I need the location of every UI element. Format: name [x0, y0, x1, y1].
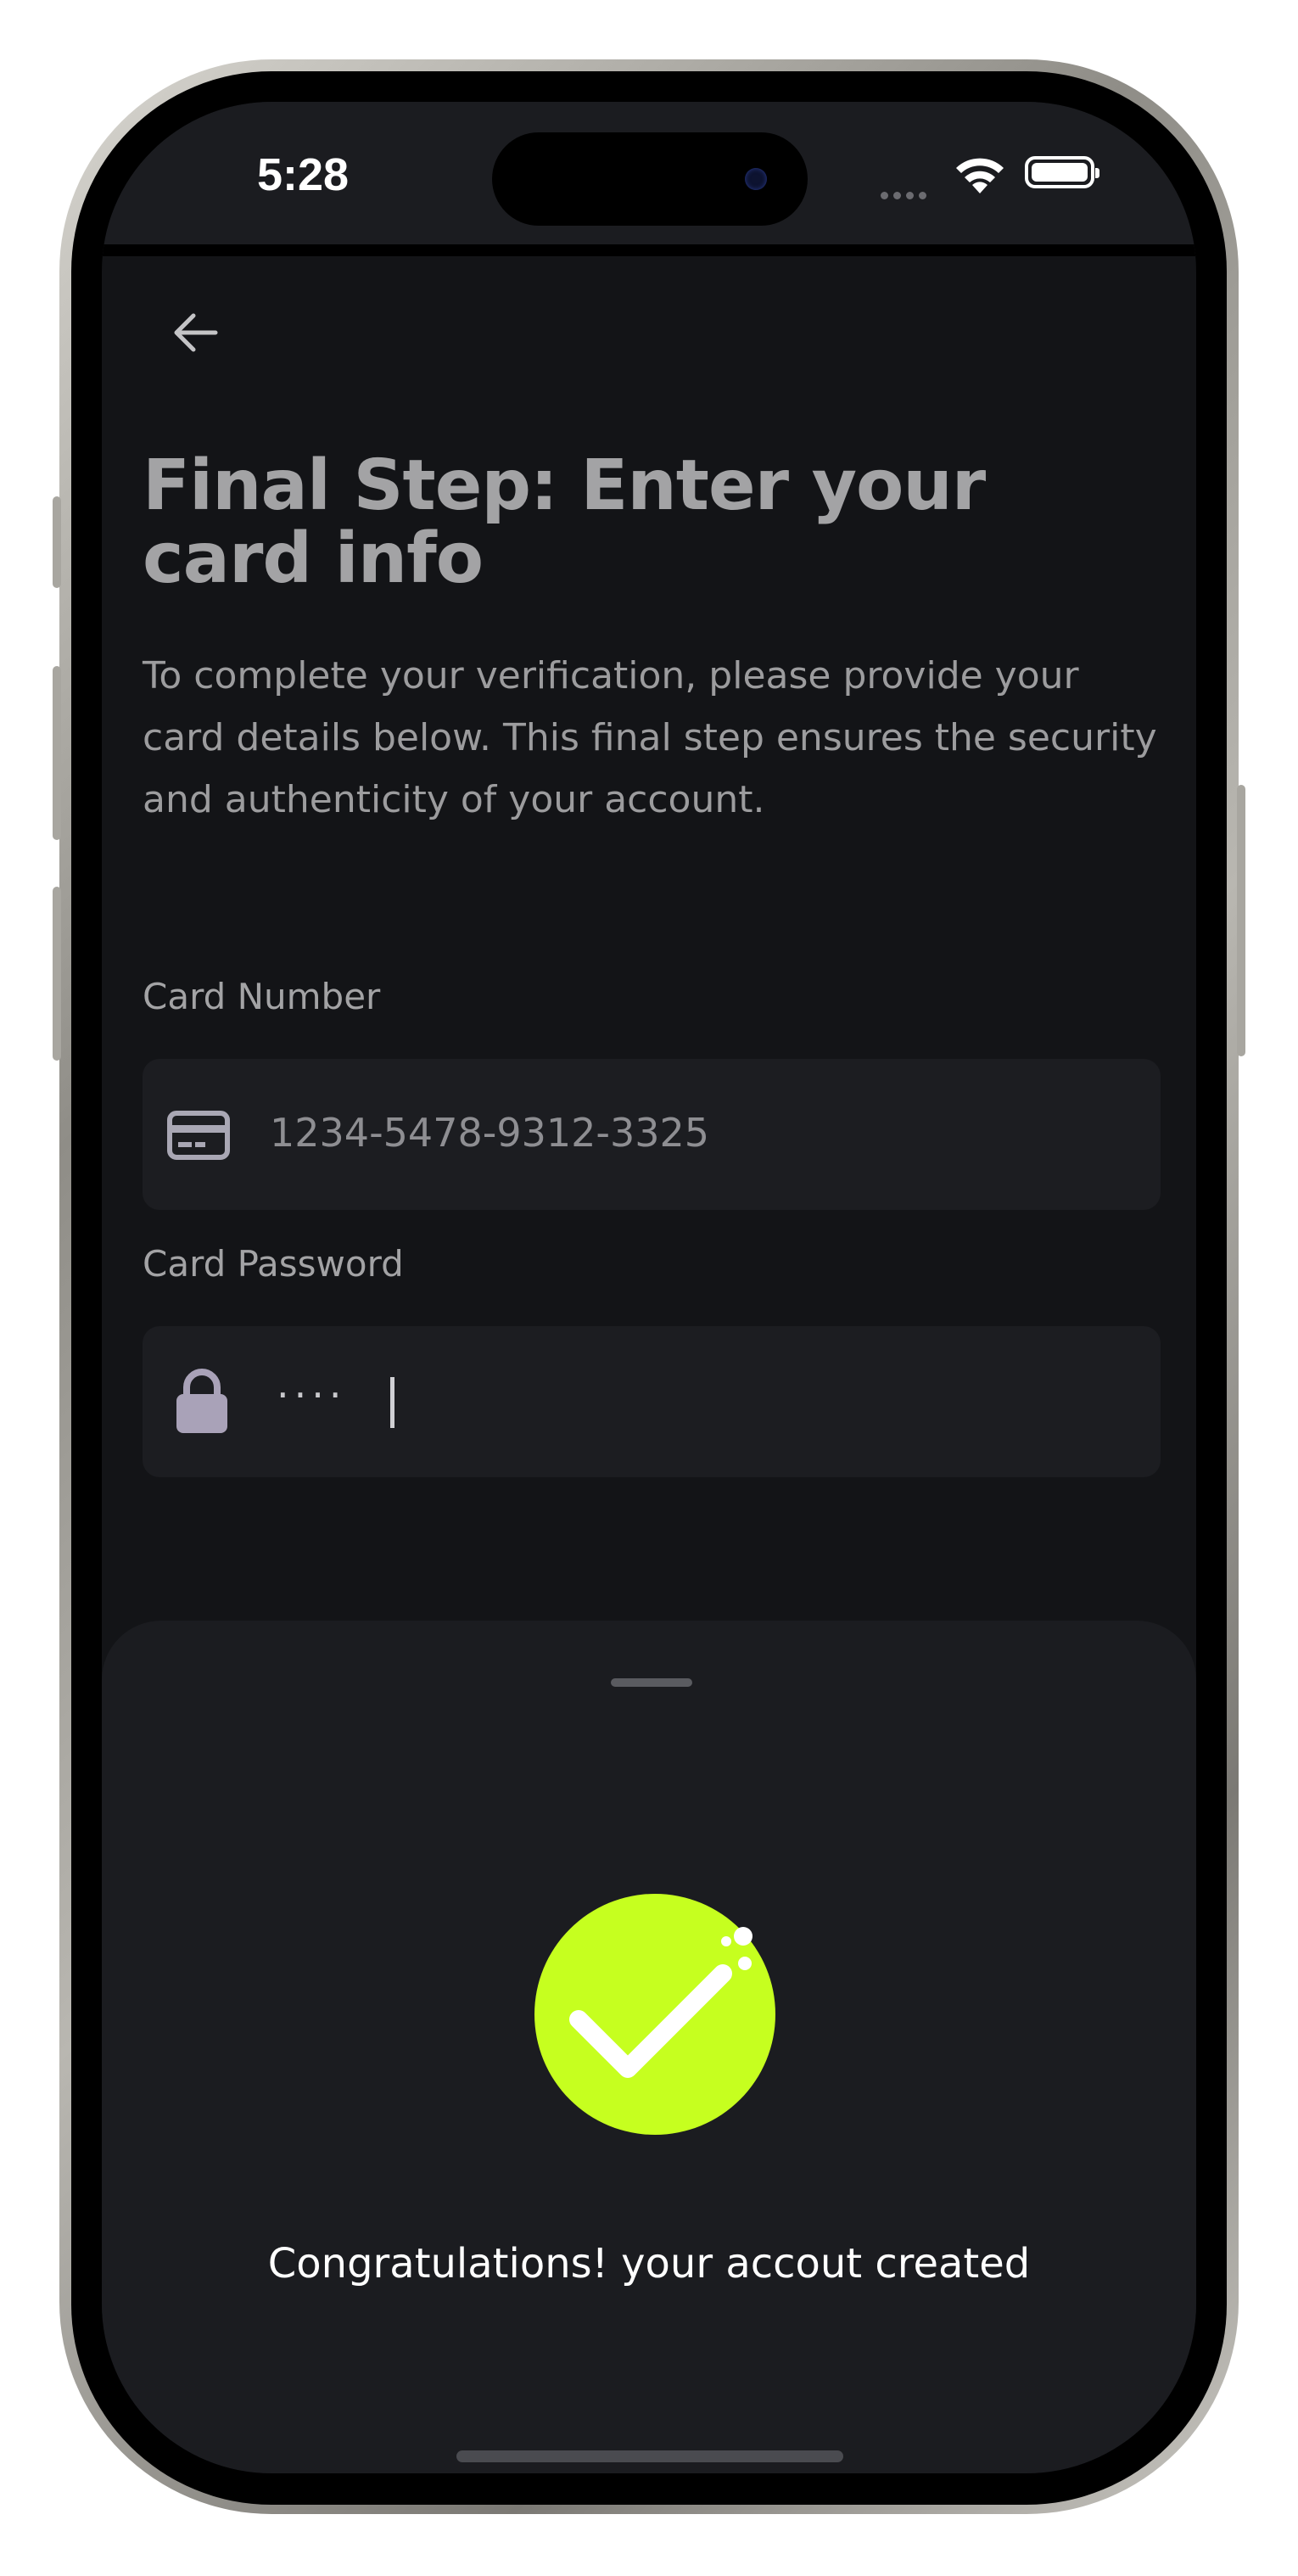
card-password-field[interactable]: ···· [143, 1326, 1161, 1477]
sheet-drag-handle[interactable] [611, 1678, 692, 1687]
card-number-label: Card Number [143, 976, 381, 1017]
card-number-field[interactable]: 1234-5478-9312-3325 [143, 1059, 1161, 1210]
credit-card-icon [167, 1111, 230, 1160]
battery-full-icon [1025, 156, 1099, 188]
camera-icon [745, 168, 767, 190]
card-password-value: ···· [277, 1372, 347, 1418]
volume-down-button [53, 887, 61, 1061]
wifi-icon [956, 158, 1004, 193]
power-button [1237, 785, 1245, 1056]
success-message: Congratulations! your accout created [267, 2240, 1031, 2288]
arrow-left-icon [174, 313, 218, 352]
page-description: To complete your verification, please pr… [143, 654, 1157, 821]
home-indicator[interactable] [456, 2450, 843, 2462]
dynamic-island [492, 132, 808, 226]
lock-icon [176, 1369, 227, 1433]
success-bottom-sheet: Congratulations! your accout created [102, 1621, 1196, 2473]
card-password-label: Card Password [143, 1243, 404, 1285]
back-button[interactable] [153, 290, 238, 375]
volume-up-button [53, 666, 61, 840]
text-caret [390, 1377, 394, 1428]
app-screen: 5:28 Final Step: Enter your card info To… [102, 102, 1196, 2473]
action-button [53, 496, 61, 588]
card-number-value: 1234-5478-9312-3325 [270, 1110, 710, 1156]
status-bar: 5:28 [102, 102, 1196, 256]
check-circle-icon [569, 1927, 753, 2078]
status-time: 5:28 [257, 149, 350, 200]
page-title: Final Step: Enter your card info [143, 445, 986, 599]
cellular-signal-icon [881, 187, 932, 203]
